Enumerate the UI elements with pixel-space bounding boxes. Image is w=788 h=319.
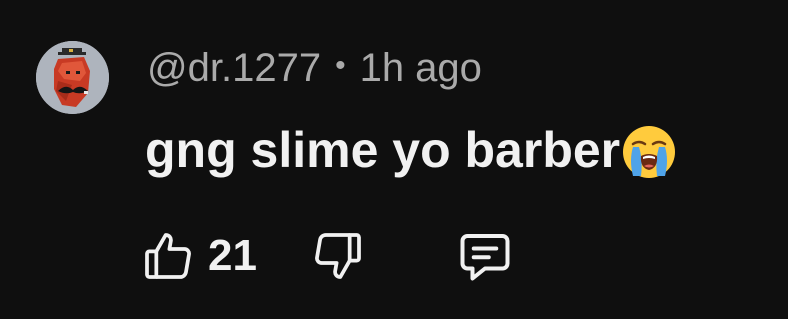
comment-text-row: gng slime yo barber — [145, 115, 677, 185]
meta-separator: • — [335, 49, 346, 82]
comment-actions: 21 — [140, 226, 560, 286]
comment-text: gng slime yo barber — [145, 122, 621, 178]
like-button[interactable]: 21 — [140, 226, 257, 286]
thumbs-down-icon — [315, 233, 361, 279]
comment: @dr.1277 • 1h ago gng slime yo barber 21 — [0, 0, 788, 319]
loudly-crying-face-emoji — [621, 124, 677, 180]
avatar[interactable] — [36, 41, 109, 114]
like-count: 21 — [208, 231, 257, 280]
timestamp[interactable]: 1h ago — [360, 46, 482, 91]
avatar-image — [36, 41, 109, 114]
thumbs-up-icon — [145, 233, 191, 279]
dislike-button[interactable] — [310, 226, 366, 286]
comment-icon — [460, 234, 510, 281]
reply-button[interactable] — [455, 226, 515, 286]
comment-meta: @dr.1277 • 1h ago — [147, 42, 482, 94]
author-handle[interactable]: @dr.1277 — [147, 46, 321, 91]
